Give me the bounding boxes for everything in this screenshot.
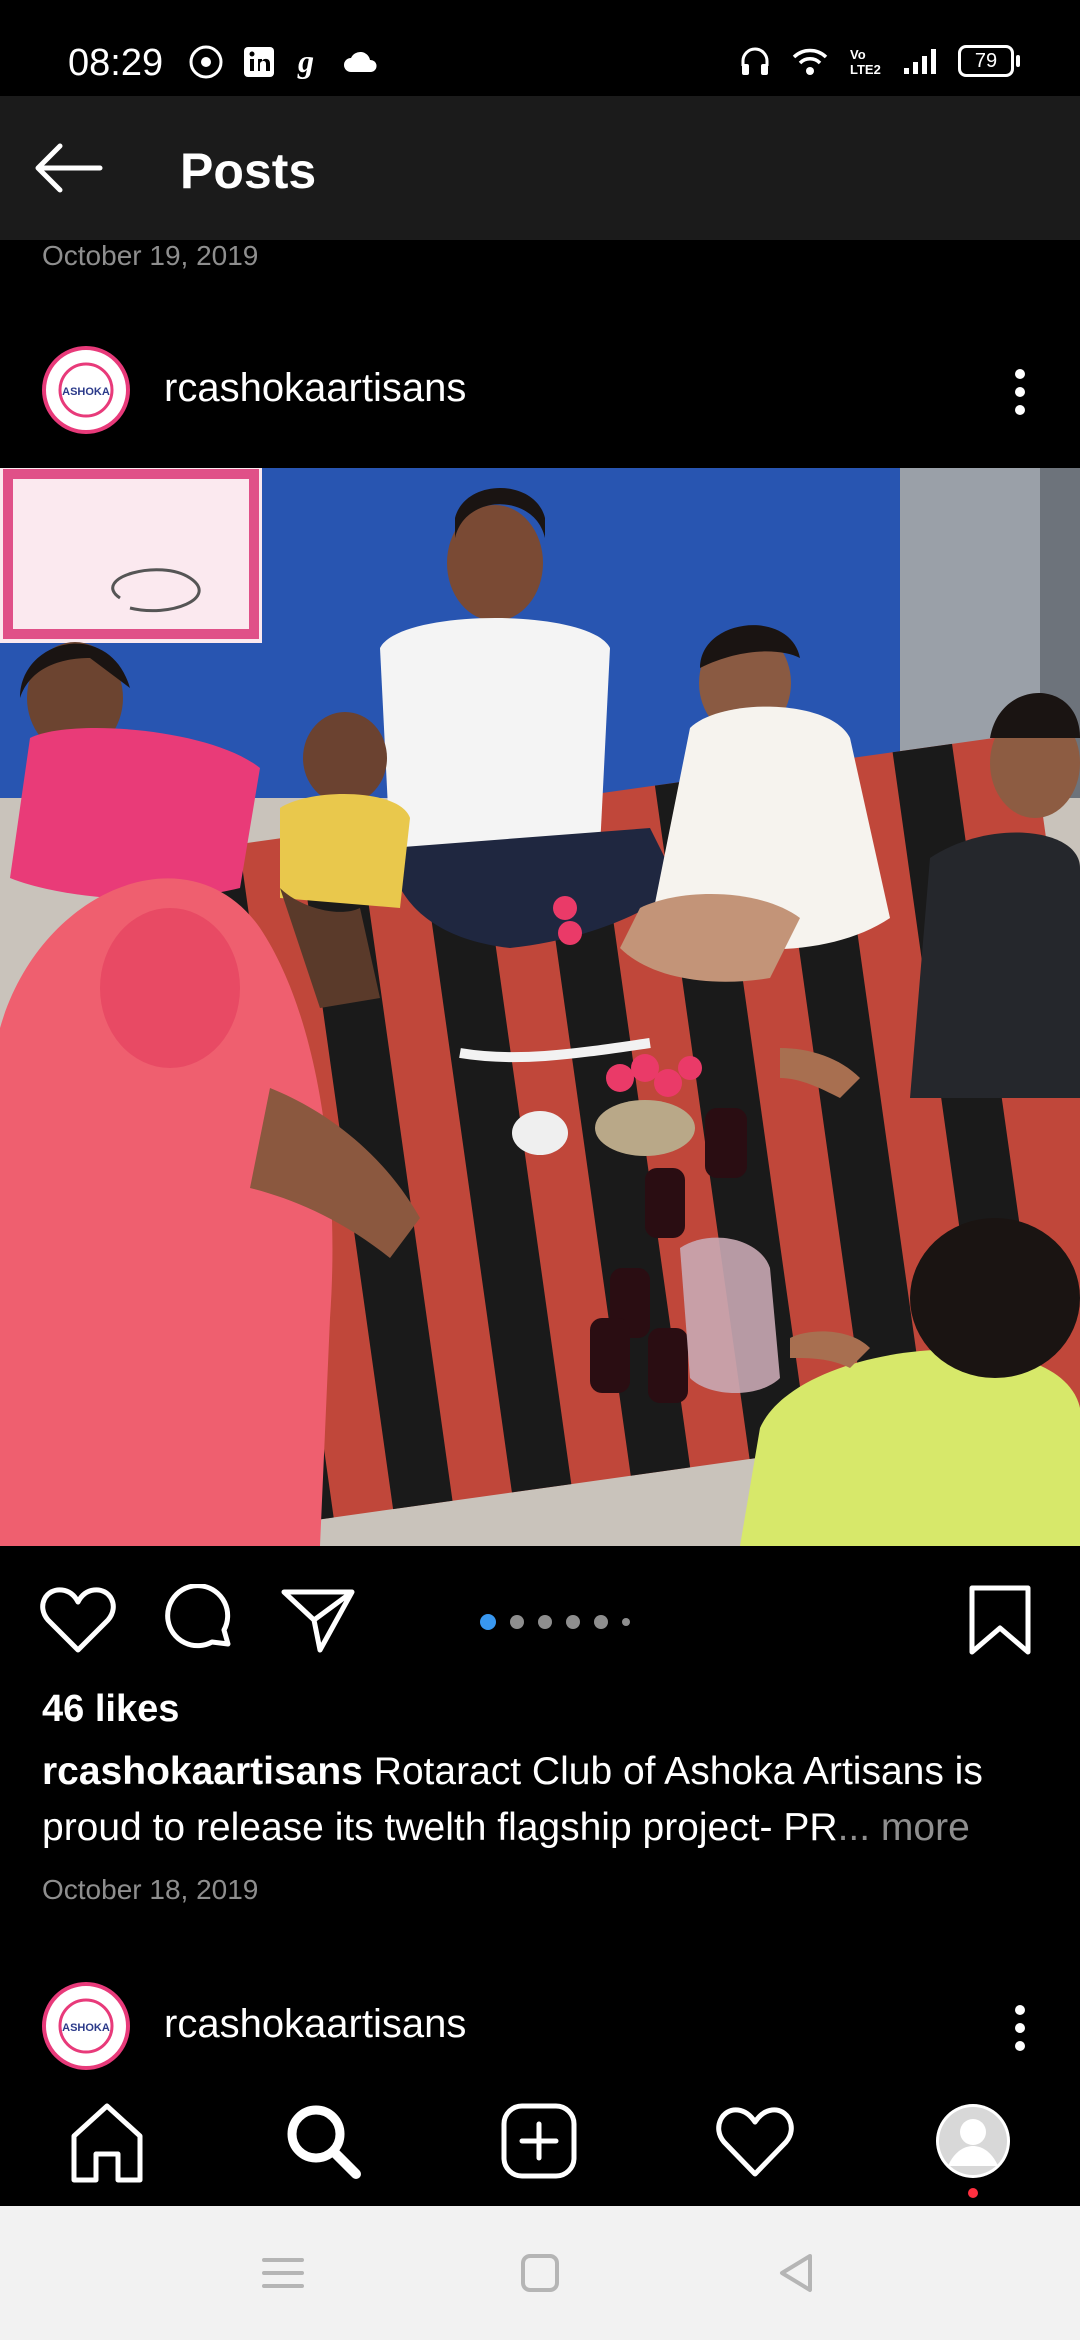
top-app-bar: Posts: [0, 96, 1080, 240]
status-notification-icons: g: [188, 44, 380, 80]
carousel-dot: [510, 1615, 524, 1629]
svg-text:LTE2: LTE2: [850, 62, 881, 77]
new-post-icon[interactable]: [494, 2096, 584, 2186]
post-username[interactable]: rcashokaartisans: [164, 366, 466, 411]
more-options-icon[interactable]: [1000, 1998, 1040, 2058]
status-time: 08:29: [68, 42, 164, 84]
notification-dot: [968, 2188, 978, 2198]
avatar[interactable]: ASHOKA: [42, 1982, 130, 2070]
previous-post-date: October 19, 2019: [42, 240, 259, 271]
activity-heart-icon[interactable]: [710, 2096, 800, 2186]
carousel-dot: [594, 1615, 608, 1629]
music-icon: [189, 45, 223, 79]
carousel-dot: [622, 1618, 630, 1626]
post-actions: [0, 1570, 1080, 1670]
caption-username[interactable]: rcashokaartisans: [42, 1750, 363, 1793]
system-navigation-bar: [0, 2206, 1080, 2340]
post-date: October 18, 2019: [42, 1874, 259, 1905]
signal-icon: [904, 49, 936, 74]
cloud-icon: [344, 51, 377, 72]
save-bookmark-icon[interactable]: [960, 1584, 1040, 1656]
profile-icon[interactable]: [928, 2096, 1018, 2186]
next-post-header: ASHOKA rcashokaartisans: [0, 1976, 1080, 2076]
post-caption: rcashokaartisans Rotaract Club of Ashoka…: [42, 1744, 1052, 1856]
status-bar: 08:29 g Vo LTE2 79: [0, 0, 1080, 96]
home-icon[interactable]: [62, 2096, 152, 2186]
page-title: Posts: [180, 143, 317, 199]
carousel-dot: [480, 1614, 496, 1630]
comment-icon[interactable]: [158, 1584, 238, 1656]
linkedin-icon: [244, 47, 274, 77]
carousel-dot: [538, 1615, 552, 1629]
club-logo-icon: ASHOKA: [52, 1992, 120, 2060]
grammarly-icon: g: [297, 44, 314, 79]
avatar-logo-text: ASHOKA: [62, 2022, 110, 2034]
svg-text:g: g: [297, 44, 314, 79]
wifi-icon: [792, 48, 828, 75]
bottom-navigation: [0, 2074, 1080, 2206]
like-count[interactable]: 46 likes: [42, 1688, 179, 1731]
recents-menu-icon[interactable]: [258, 2250, 308, 2296]
avatar[interactable]: ASHOKA: [42, 346, 130, 434]
post-header: ASHOKA rcashokaartisans: [0, 340, 1080, 440]
svg-text:Vo: Vo: [850, 47, 866, 62]
headphones-icon: [741, 47, 769, 75]
post-username[interactable]: rcashokaartisans: [164, 2002, 466, 2047]
search-icon[interactable]: [278, 2096, 368, 2186]
carousel-dot: [566, 1615, 580, 1629]
carousel-indicator: [480, 1614, 630, 1630]
back-triangle-icon[interactable]: [772, 2250, 822, 2296]
more-options-icon[interactable]: [1000, 362, 1040, 422]
avatar-logo-text: ASHOKA: [62, 386, 110, 398]
status-system-icons: Vo LTE2 79: [738, 44, 1020, 78]
like-heart-icon[interactable]: [38, 1584, 118, 1656]
volte-icon: VoLTE2: [850, 47, 881, 77]
home-square-icon[interactable]: [515, 2250, 565, 2296]
share-direct-icon[interactable]: [278, 1584, 358, 1656]
post-photo[interactable]: [0, 468, 1080, 1546]
post-photo-illustration: [0, 468, 1080, 1546]
back-arrow-icon[interactable]: [30, 132, 110, 204]
battery-icon: 79: [958, 45, 1020, 77]
caption-more-link[interactable]: ... more: [838, 1806, 970, 1849]
club-logo-icon: ASHOKA: [52, 356, 120, 424]
